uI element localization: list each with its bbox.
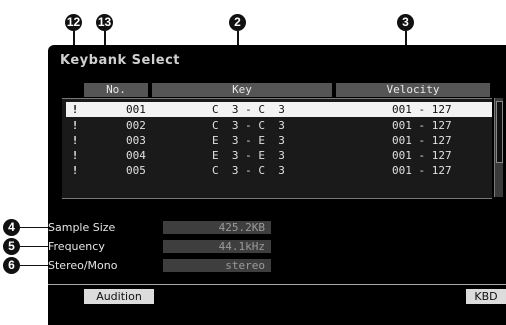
row-key-range: C 3 - C 3 xyxy=(212,164,285,177)
table-row[interactable]: ! 002 C 3 - C 3 001 - 127 xyxy=(62,118,492,133)
row-key-range: E 3 - E 3 xyxy=(212,149,285,162)
warning-mark: ! xyxy=(71,164,79,177)
table-row[interactable]: ! 003 E 3 - E 3 001 - 127 xyxy=(62,133,492,148)
row-key-range: C 3 - C 3 xyxy=(212,103,285,116)
column-header-key: Key xyxy=(152,83,332,97)
audition-button[interactable]: Audition xyxy=(84,289,154,304)
warning-mark: ! xyxy=(71,134,79,147)
callout-3: 3 xyxy=(397,14,414,31)
row-number: 004 xyxy=(126,149,146,162)
row-number: 002 xyxy=(126,119,146,132)
page-title: Keybank Select xyxy=(60,53,181,68)
stereo-mono-label: Stereo/Mono xyxy=(48,259,118,272)
table-row[interactable]: ! 005 C 3 - C 3 001 - 127 xyxy=(62,163,492,178)
callout-13: 13 xyxy=(96,14,113,31)
warning-mark: ! xyxy=(71,149,79,162)
sample-size-value: 425.2KB xyxy=(163,221,271,234)
row-number: 005 xyxy=(126,164,146,177)
keybank-list[interactable]: ! 001 C 3 - C 3 001 - 127 ! 002 C 3 - C … xyxy=(62,98,492,199)
divider xyxy=(48,284,506,285)
stereo-mono-value: stereo xyxy=(163,259,271,272)
warning-mark: ! xyxy=(71,103,79,116)
table-row[interactable]: ! 004 E 3 - E 3 001 - 127 xyxy=(62,148,492,163)
scrollbar-thumb[interactable] xyxy=(496,101,503,163)
row-velocity-range: 001 - 127 xyxy=(392,164,452,177)
warning-mark: ! xyxy=(71,119,79,132)
row-number: 001 xyxy=(126,103,146,116)
row-key-range: E 3 - E 3 xyxy=(212,134,285,147)
kbd-button[interactable]: KBD xyxy=(466,289,506,304)
frequency-label: Frequency xyxy=(48,240,105,253)
column-header-velocity: Velocity xyxy=(336,83,490,97)
callout-2: 2 xyxy=(229,14,246,31)
row-velocity-range: 001 - 127 xyxy=(392,134,452,147)
row-velocity-range: 001 - 127 xyxy=(392,119,452,132)
frequency-value: 44.1kHz xyxy=(163,240,271,253)
table-row-selected[interactable]: ! 001 C 3 - C 3 001 - 127 xyxy=(66,102,492,117)
callout-12: 12 xyxy=(65,14,82,31)
sample-size-label: Sample Size xyxy=(48,221,116,234)
row-velocity-range: 001 - 127 xyxy=(392,149,452,162)
row-velocity-range: 001 - 127 xyxy=(392,103,452,116)
row-number: 003 xyxy=(126,134,146,147)
list-scrollbar[interactable] xyxy=(494,98,503,197)
column-header-no: No. xyxy=(84,83,148,97)
row-key-range: C 3 - C 3 xyxy=(212,119,285,132)
keybank-select-screen: Keybank Select No. Key Velocity ! 001 C … xyxy=(48,45,506,325)
